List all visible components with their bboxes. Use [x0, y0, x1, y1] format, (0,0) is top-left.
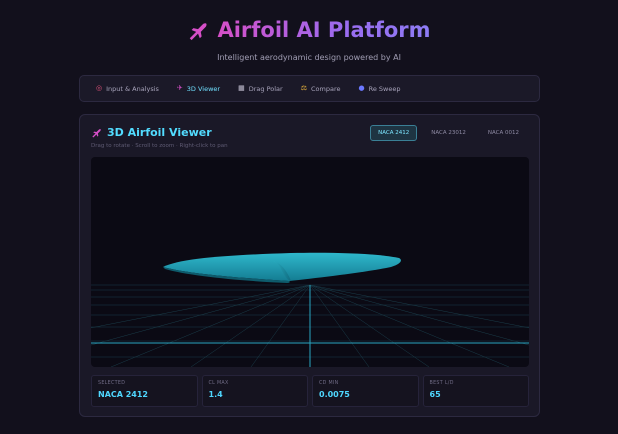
viewer-title: 3D Airfoil Viewer	[91, 126, 212, 139]
tab-label: Compare	[311, 84, 341, 93]
variant-naca-2412[interactable]: NACA 2412	[370, 125, 418, 141]
stat-label: CD MIN	[319, 381, 339, 386]
globe-icon: ●	[358, 84, 365, 92]
tab-label: Re Sweep	[368, 84, 401, 93]
page-title: Airfoil AI Platform	[217, 18, 431, 42]
stat-cl-max: CL MAX 1.4	[201, 375, 308, 407]
tab-re-sweep[interactable]: ● Re Sweep	[353, 81, 407, 97]
tab-label: Drag Polar	[248, 84, 283, 93]
airplane-icon	[92, 129, 101, 138]
3d-viewport[interactable]	[91, 157, 529, 367]
stat-label: BEST L/D	[429, 381, 454, 386]
variant-naca-0012[interactable]: NACA 0012	[480, 125, 527, 141]
tab-label: Input & Analysis	[106, 84, 159, 93]
tab-3d-viewer[interactable]: ✈ 3D Viewer	[171, 81, 226, 97]
stat-best-ld: BEST L/D 65	[422, 375, 529, 407]
variant-naca-23012[interactable]: NACA 23012	[423, 125, 474, 141]
stat-selected: SELECTED NACA 2412	[91, 375, 198, 407]
airfoil-selector: NACA 2412 NACA 23012 NACA 0012	[370, 125, 527, 141]
tab-drag-polar[interactable]: ▦ Drag Polar	[232, 81, 289, 97]
stat-value: NACA 2412	[98, 390, 148, 399]
stat-cd-min: CD MIN 0.0075	[312, 375, 419, 407]
tab-label: 3D Viewer	[186, 84, 221, 93]
stat-label: SELECTED	[98, 381, 126, 386]
3d-scene	[91, 252, 529, 367]
tab-compare[interactable]: ⚖ Compare	[295, 81, 347, 97]
airfoil-wing-model	[163, 252, 401, 283]
stat-value: 0.0075	[319, 390, 350, 399]
airplane-icon	[190, 23, 207, 41]
target-icon: ◎	[96, 84, 103, 92]
viewer-hint: Drag to rotate · Scroll to zoom · Right-…	[91, 143, 228, 149]
viewer-card: 3D Airfoil Viewer Drag to rotate · Scrol…	[79, 114, 540, 417]
stat-value: 1.4	[208, 390, 223, 399]
page-subtitle: Intelligent aerodynamic design powered b…	[217, 53, 401, 62]
page-header: Airfoil AI Platform Intelligent aerodyna…	[0, 18, 618, 62]
airplane-icon: ✈	[176, 84, 183, 92]
main-nav: ◎ Input & Analysis ✈ 3D Viewer ▦ Drag Po…	[79, 75, 540, 102]
chart-icon: ▦	[238, 84, 245, 92]
title-row: Airfoil AI Platform	[187, 18, 431, 42]
stat-value: 65	[429, 390, 441, 399]
stat-label: CL MAX	[208, 381, 229, 386]
stats-row: SELECTED NACA 2412 CL MAX 1.4 CD MIN 0.0…	[91, 375, 529, 407]
scales-icon: ⚖	[300, 84, 307, 92]
viewer-title-text: 3D Airfoil Viewer	[107, 126, 212, 139]
app-root: Airfoil AI Platform Intelligent aerodyna…	[0, 0, 618, 434]
tab-input-analysis[interactable]: ◎ Input & Analysis	[90, 81, 165, 97]
